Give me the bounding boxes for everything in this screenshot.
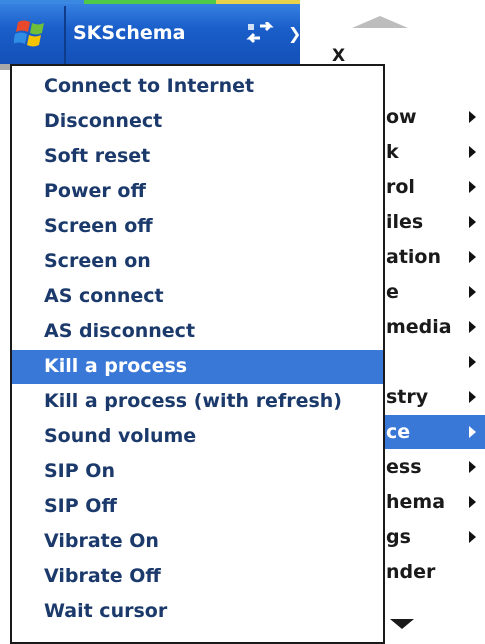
main-menu-item-label: iles — [386, 211, 424, 233]
main-menu-item-label: nder — [386, 561, 436, 583]
device-submenu-item-label: Kill a process — [44, 355, 188, 377]
device-submenu-item-label: SIP Off — [44, 495, 117, 517]
device-submenu-item[interactable]: Kill a process — [12, 350, 383, 384]
device-submenu-item-label: AS disconnect — [44, 320, 196, 342]
device-submenu-item[interactable]: AS disconnect — [12, 315, 383, 349]
submenu-arrow-icon — [469, 146, 476, 158]
device-submenu-item[interactable]: SIP Off — [12, 490, 383, 524]
device-submenu-item[interactable]: Connect to Internet — [12, 70, 383, 104]
device-submenu-item[interactable]: Kill a process (with refresh) — [12, 385, 383, 419]
device-submenu-item[interactable]: SIP On — [12, 455, 383, 489]
device-submenu-item-label: Kill a process (with refresh) — [44, 390, 342, 412]
main-menu-item-label: ow — [386, 106, 417, 128]
device-submenu-item[interactable]: Screen off — [12, 210, 383, 244]
device-submenu-item-label: SIP On — [44, 460, 115, 482]
submenu-arrow-icon — [469, 426, 476, 438]
scroll-up-arrow-icon[interactable] — [330, 10, 430, 40]
device-submenu: Connect to Internet Disconnect Soft reset P… — [10, 64, 385, 644]
device-submenu-item-label: AS connect — [44, 285, 164, 307]
submenu-arrow-icon — [469, 496, 476, 508]
main-menu-item-label: ation — [386, 246, 441, 268]
device-submenu-item-label: Sound volume — [44, 425, 197, 447]
submenu-arrow-icon — [469, 111, 476, 123]
device-submenu-item[interactable]: Vibrate On — [12, 525, 383, 559]
submenu-arrow-icon — [469, 216, 476, 228]
submenu-arrow-icon — [469, 531, 476, 543]
device-submenu-item[interactable]: Disconnect — [12, 105, 383, 139]
main-menu-item-label: e — [386, 281, 399, 303]
submenu-arrow-icon — [469, 321, 476, 333]
submenu-arrow-icon — [469, 286, 476, 298]
device-submenu-item-label: Screen off — [44, 215, 153, 237]
submenu-arrow-icon — [469, 251, 476, 263]
main-menu-item-label: gs — [386, 526, 411, 548]
device-submenu-item[interactable]: Sound volume — [12, 420, 383, 454]
device-submenu-item-label: Soft reset — [44, 145, 151, 167]
main-menu-item-label: stry — [386, 386, 429, 408]
device-submenu-item-label: Vibrate On — [44, 530, 159, 552]
device-submenu-item[interactable]: Vibrate Off — [12, 560, 383, 594]
device-submenu-item[interactable]: AS connect — [12, 280, 383, 314]
submenu-arrow-icon — [469, 356, 476, 368]
main-menu-item-label: ce — [386, 421, 411, 443]
device-submenu-item-label: Disconnect — [44, 110, 163, 132]
volume-icon[interactable]: ❯ — [288, 24, 300, 43]
device-submenu-item[interactable]: Screen on — [12, 245, 383, 279]
submenu-arrow-icon — [469, 461, 476, 473]
main-menu-item-label: hema — [386, 491, 446, 513]
connectivity-arrows-icon[interactable] — [246, 22, 274, 46]
main-menu-item-label: rol — [386, 176, 415, 198]
device-submenu-item-label: Vibrate Off — [44, 565, 161, 587]
title-bar: SKSchema ❯ — [0, 0, 300, 64]
device-submenu-item-label: Connect to Internet — [44, 75, 255, 97]
submenu-arrow-icon — [469, 391, 476, 403]
title-divider — [64, 6, 66, 64]
device-submenu-item[interactable]: Soft reset — [12, 140, 383, 174]
device-submenu-item-label: Wait cursor — [44, 600, 168, 622]
main-menu-item-label: ess — [386, 456, 422, 478]
main-menu-item-label: k — [386, 141, 399, 163]
submenu-arrow-icon — [469, 181, 476, 193]
main-menu-item-label: X — [332, 46, 346, 66]
device-submenu-item-label: Screen on — [44, 250, 151, 272]
main-menu-item-label: media — [386, 316, 452, 338]
device-submenu-item[interactable]: Wait cursor — [12, 595, 383, 629]
device-submenu-item-label: Power off — [44, 180, 146, 202]
device-submenu-item[interactable]: Power off — [12, 175, 383, 209]
windows-flag-icon[interactable] — [14, 18, 50, 48]
title-color-strip — [0, 0, 300, 4]
app-title: SKSchema — [73, 22, 186, 44]
